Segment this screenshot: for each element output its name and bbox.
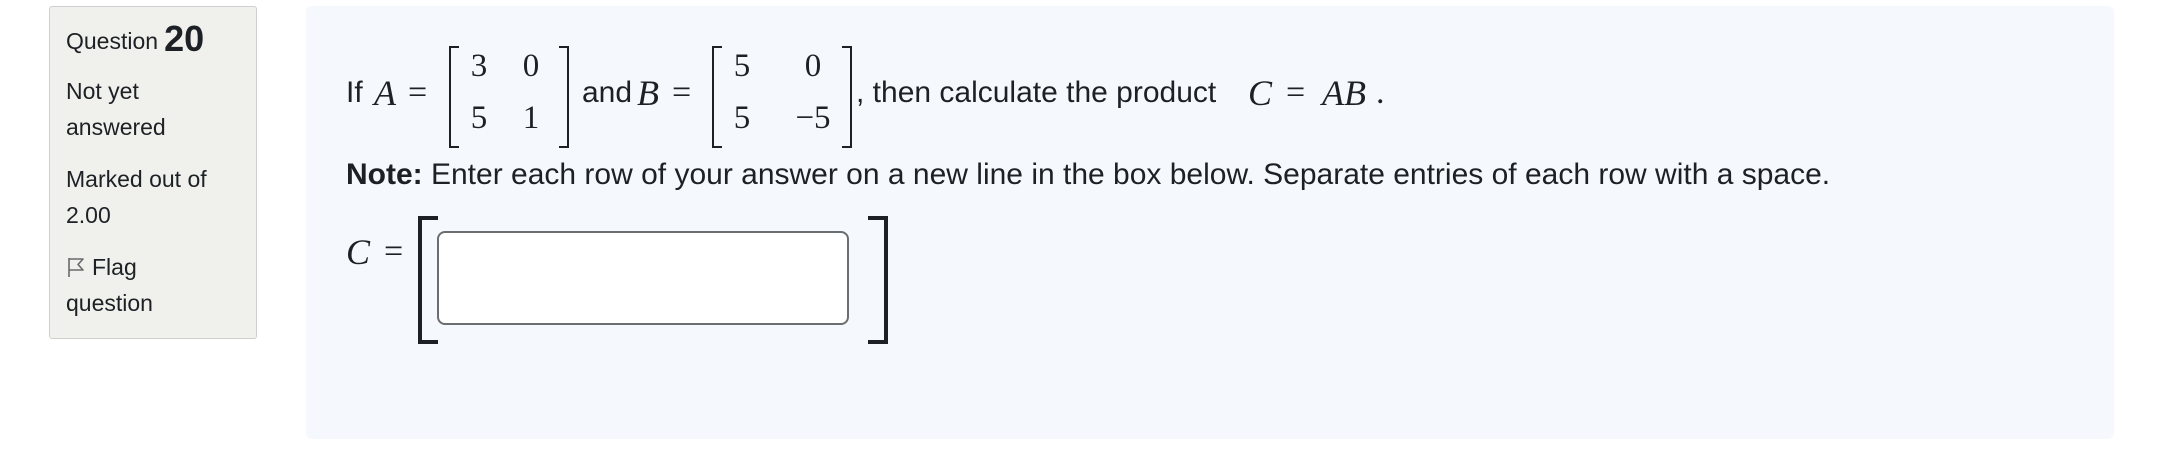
note-text: Enter each row of your answer on a new l… bbox=[422, 158, 1831, 191]
question-grade: Marked out of 2.00 bbox=[66, 166, 207, 228]
matrix-b-cell: −5 bbox=[795, 100, 831, 136]
answer-equals-sign: = bbox=[384, 233, 404, 270]
matrix-b-cell: 5 bbox=[733, 48, 751, 84]
flag-question-link[interactable]: Flag question bbox=[66, 249, 226, 321]
answer-input[interactable] bbox=[437, 231, 849, 325]
matrix-b-cell: 0 bbox=[804, 48, 822, 84]
answer-right-bracket bbox=[868, 216, 888, 344]
period: . bbox=[1376, 74, 1385, 111]
question-content: If A = 3 0 5 1 and B = 5 0 5 −5 , then c… bbox=[306, 6, 2114, 439]
matrix-a-cell: 1 bbox=[522, 100, 540, 136]
variable-a: A bbox=[374, 73, 396, 113]
equals-sign-b: = bbox=[672, 74, 692, 111]
answer-variable-c: C bbox=[346, 232, 371, 272]
question-prefix: If bbox=[346, 76, 363, 109]
matrix-a-cell: 5 bbox=[470, 100, 488, 136]
question-state: Not yet answered bbox=[66, 78, 166, 140]
note-label: Note: bbox=[346, 158, 423, 191]
then-text: , then calculate the product bbox=[856, 76, 1217, 109]
equals-sign-c: = bbox=[1286, 74, 1306, 111]
equals-sign-a: = bbox=[408, 74, 428, 111]
matrix-a: 3 0 5 1 bbox=[449, 46, 569, 148]
question-info: Question 20 Not yet answered Marked out o… bbox=[49, 6, 257, 339]
matrix-b: 5 0 5 −5 bbox=[712, 46, 852, 148]
matrix-b-cell: 5 bbox=[733, 100, 751, 136]
matrix-a-cell: 0 bbox=[522, 48, 540, 84]
matrix-a-right-bracket bbox=[559, 46, 569, 148]
variable-c: C bbox=[1248, 73, 1273, 113]
variable-b: B bbox=[637, 73, 659, 113]
matrix-b-right-bracket bbox=[842, 46, 852, 148]
flag-icon bbox=[68, 258, 84, 277]
product-ab: AB bbox=[1322, 73, 1366, 113]
matrix-a-cell: 3 bbox=[470, 48, 488, 84]
answer-row: C = bbox=[346, 211, 946, 346]
question-number: Question 20 bbox=[66, 21, 256, 59]
answer-left-bracket bbox=[418, 216, 438, 344]
matrix-b-left-bracket bbox=[712, 46, 722, 148]
and-text: and bbox=[582, 76, 633, 109]
instruction-note: Note: Enter each row of your answer on a… bbox=[346, 158, 1830, 192]
question-number-value: 20 bbox=[164, 18, 205, 59]
question-label: Question bbox=[66, 28, 159, 54]
matrix-a-left-bracket bbox=[449, 46, 459, 148]
